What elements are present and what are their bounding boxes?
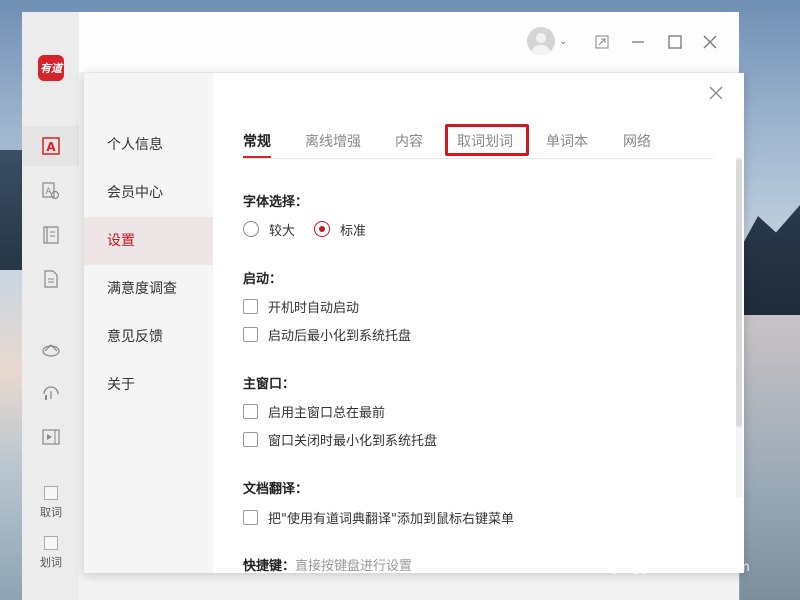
context-menu-label: 把"使用有道词典翻译"添加到鼠标右键菜单 [268,511,514,527]
shortcut-hint: 直接按键盘进行设置 [295,559,413,573]
quick-lookup-label: 取词 [40,506,62,519]
compact-mode-icon[interactable] [594,34,610,50]
close-to-tray-label: 窗口关闭时最小化到系统托盘 [268,433,438,449]
document-icon[interactable] [40,268,62,290]
maximize-icon[interactable] [667,34,683,50]
font-large-radio[interactable] [243,221,259,237]
tab-offline[interactable]: 离线增强 [305,131,361,151]
context-menu-checkbox[interactable] [243,509,258,525]
svg-text:A: A [46,140,56,154]
startup-minimize-checkbox[interactable] [243,326,258,342]
tab-network[interactable]: 网络 [623,131,651,151]
startup-minimize-option[interactable]: 启动后最小化到系统托盘 [243,325,412,344]
font-section-title: 字体选择： [243,195,309,210]
tab-content[interactable]: 内容 [395,131,423,151]
quick-lookup-checkbox[interactable] [44,486,58,500]
selection-lookup-label: 划词 [40,556,62,569]
shortcut-section-title: 快捷键：直接按键盘进行设置 [243,555,412,573]
menu-item-survey[interactable]: 满意度调查 [84,265,213,313]
settings-dialog: 个人信息 会员中心 设置 满意度调查 意见反馈 关于 常规 离线增强 内容 取词… [84,73,744,573]
window-topbar: ⌄ [79,12,739,72]
font-standard-label: 标准 [340,223,367,239]
minimize-icon[interactable] [630,34,646,50]
cloud-icon[interactable] [40,339,62,361]
context-menu-option[interactable]: 把"使用有道词典翻译"添加到鼠标右键菜单 [243,508,514,527]
close-to-tray-checkbox[interactable] [243,431,258,447]
watermark-main: Bai经验 [612,523,723,556]
chevron-down-icon[interactable]: ⌄ [559,36,567,47]
tab-wordbook[interactable]: 单词本 [546,131,588,151]
app-logo[interactable]: 有道 [38,55,64,81]
baidu-jingyan-watermark: Bai经验 jingyan.baidu.com [612,518,792,590]
font-large-label: 较大 [269,223,296,239]
tab-general[interactable]: 常规 [243,131,271,151]
menu-item-about[interactable]: 关于 [84,361,213,409]
startup-section-title: 启动： [243,272,283,287]
always-on-top-option[interactable]: 启用主窗口总在最前 [243,402,386,421]
menu-item-profile[interactable]: 个人信息 [84,121,213,169]
dictionary-icon[interactable]: A [40,135,62,157]
always-on-top-label: 启用主窗口总在最前 [268,405,386,421]
settings-tab-bar: 常规 离线增强 内容 取词划词 单词本 网络 [243,121,713,159]
scrollbar-thumb[interactable] [736,159,742,427]
shortcut-title: 快捷键： [243,559,296,573]
avatar[interactable] [527,27,555,55]
wordbook-icon[interactable] [40,224,62,246]
main-window-section-title: 主窗口： [243,377,296,392]
startup-auto-label: 开机时自动启动 [268,300,360,316]
desktop-mountain-right [740,205,800,315]
video-icon[interactable] [40,426,62,448]
left-rail: 有道 A A 取词 划词 [22,12,79,600]
selection-lookup-checkbox[interactable] [44,536,58,550]
headset-icon[interactable] [40,382,62,404]
startup-auto-option[interactable]: 开机时自动启动 [243,297,360,316]
settings-menu: 个人信息 会员中心 设置 满意度调查 意见反馈 关于 [84,73,213,573]
watermark-sub: jingyan.baidu.com [614,560,751,575]
tab-highlight-box [445,124,529,156]
font-standard-radio[interactable] [314,221,330,237]
tab-active-underline [243,156,271,158]
menu-item-settings[interactable]: 设置 [84,217,213,265]
startup-minimize-label: 启动后最小化到系统托盘 [268,328,412,344]
startup-auto-checkbox[interactable] [243,298,258,314]
close-to-tray-option[interactable]: 窗口关闭时最小化到系统托盘 [243,430,438,449]
doc-translate-section-title: 文档翻译： [243,482,309,497]
text-translate-icon[interactable]: A [40,180,62,202]
font-large-option[interactable]: 较大 [243,220,296,239]
menu-item-feedback[interactable]: 意见反馈 [84,313,213,361]
window-close-icon[interactable] [702,34,718,50]
menu-item-membership[interactable]: 会员中心 [84,169,213,217]
dialog-close-icon[interactable] [708,85,724,101]
always-on-top-checkbox[interactable] [243,403,258,419]
font-standard-option[interactable]: 标准 [314,220,367,239]
